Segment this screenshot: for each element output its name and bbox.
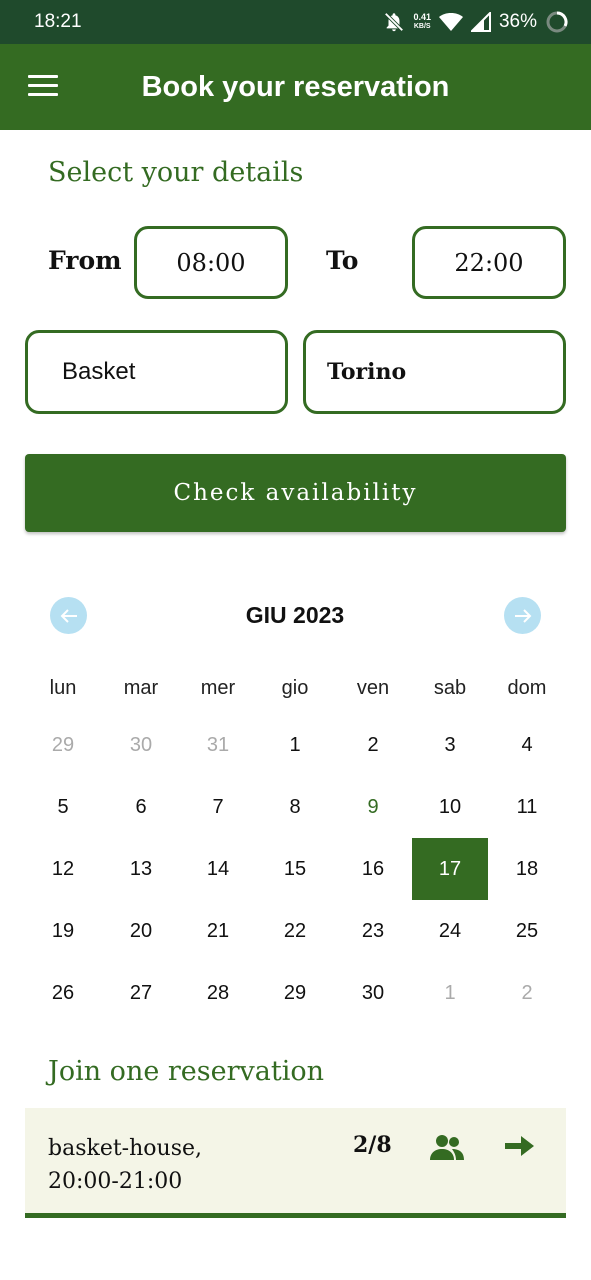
calendar-day[interactable]: 18 [489, 838, 565, 900]
calendar-day[interactable]: 20 [103, 900, 179, 962]
calendar-weekday-mar: mar [123, 677, 159, 699]
city-field[interactable]: Torino [303, 330, 566, 414]
calendar-day-outside: 31 [206, 734, 230, 756]
calendar-day[interactable]: 27 [103, 962, 179, 1024]
arrow-right-icon[interactable] [505, 1134, 535, 1158]
calendar-day[interactable]: 28 [180, 962, 256, 1024]
reservation-card[interactable]: basket-house, 20:00-21:00 2/8 [25, 1108, 566, 1218]
network-speed-value: 0.41 [413, 12, 431, 22]
from-label: From [48, 246, 122, 275]
app-bar: Book your reservation [0, 44, 591, 130]
status-bar: 18:21 0.41 KB/S 36% [0, 0, 591, 44]
calendar-weekday-gio: gio [281, 677, 309, 699]
calendar-weekday-ven: ven [356, 677, 390, 699]
calendar-day[interactable]: 10 [412, 776, 488, 838]
calendar-day-outside: 30 [129, 734, 153, 756]
calendar-day[interactable]: 3 [412, 714, 488, 776]
calendar-month-label: GIU 2023 [245, 602, 345, 628]
calendar-day[interactable]: 25 [489, 900, 565, 962]
calendar-day[interactable]: 7 [180, 776, 256, 838]
calendar-day[interactable]: 8 [257, 776, 333, 838]
calendar-day[interactable]: 6 [103, 776, 179, 838]
calendar-weekday-lun: lun [49, 677, 77, 699]
page-title: Book your reservation [141, 70, 450, 103]
calendar-day[interactable]: 16 [335, 838, 411, 900]
reservation-time: 20:00-21:00 [48, 1169, 183, 1194]
check-availability-button[interactable]: Check availability [25, 454, 566, 532]
calendar-day[interactable]: 19 [25, 900, 101, 962]
calendar-day[interactable]: 30 [335, 962, 411, 1024]
calendar-day[interactable]: 29 [257, 962, 333, 1024]
calendar-day[interactable]: 23 [335, 900, 411, 962]
battery-ring-icon [546, 11, 568, 33]
calendar-day[interactable]: 2 [335, 714, 411, 776]
calendar-day[interactable]: 11 [489, 776, 565, 838]
reservation-place: basket-house, [48, 1136, 202, 1161]
calendar-day[interactable]: 5 [25, 776, 101, 838]
arrow-right-icon[interactable] [504, 597, 541, 634]
status-icons: 0.41 KB/S 36% [383, 10, 569, 34]
sport-field[interactable]: Basket [25, 330, 288, 414]
calendar-day[interactable]: 15 [257, 838, 333, 900]
reservation-participants: 2/8 [353, 1132, 392, 1158]
calendar-weekday-mer: mer [200, 677, 236, 699]
to-label: To [326, 246, 359, 275]
calendar-day-selected[interactable]: 17 [412, 838, 488, 900]
people-icon [430, 1135, 464, 1160]
to-time-field[interactable]: 22:00 [412, 226, 566, 299]
join-heading: Join one reservation [48, 1056, 324, 1087]
details-heading: Select your details [48, 157, 304, 188]
network-speed-unit: KB/S [413, 23, 431, 30]
calendar-day[interactable]: 12 [25, 838, 101, 900]
cellular-signal-icon [470, 12, 491, 32]
wifi-icon [438, 13, 463, 31]
calendar-day[interactable]: 21 [180, 900, 256, 962]
calendar-day-outside: 29 [51, 734, 75, 756]
battery-percent: 36% [498, 11, 537, 32]
calendar-day[interactable]: 22 [257, 900, 333, 962]
from-time-field[interactable]: 08:00 [134, 226, 288, 299]
arrow-left-icon[interactable] [50, 597, 87, 634]
hamburger-menu-icon[interactable] [28, 75, 58, 97]
calendar-day[interactable]: 4 [489, 714, 565, 776]
calendar-day[interactable]: 24 [412, 900, 488, 962]
calendar-day-outside: 2 [521, 982, 533, 1004]
notifications-off-icon [384, 12, 404, 32]
calendar-weekday-sab: sab [433, 677, 467, 699]
calendar-day[interactable]: 9 [335, 776, 411, 838]
calendar-day[interactable]: 14 [180, 838, 256, 900]
calendar-day[interactable]: 13 [103, 838, 179, 900]
calendar-day[interactable]: 1 [257, 714, 333, 776]
network-speed: 0.41 KB/S [413, 13, 431, 31]
calendar-weekday-dom: dom [507, 677, 547, 699]
status-time: 18:21 [34, 11, 82, 32]
calendar-day-outside: 1 [444, 982, 456, 1004]
calendar-day[interactable]: 26 [25, 962, 101, 1024]
reservation-name: basket-house, 20:00-21:00 [48, 1132, 308, 1198]
